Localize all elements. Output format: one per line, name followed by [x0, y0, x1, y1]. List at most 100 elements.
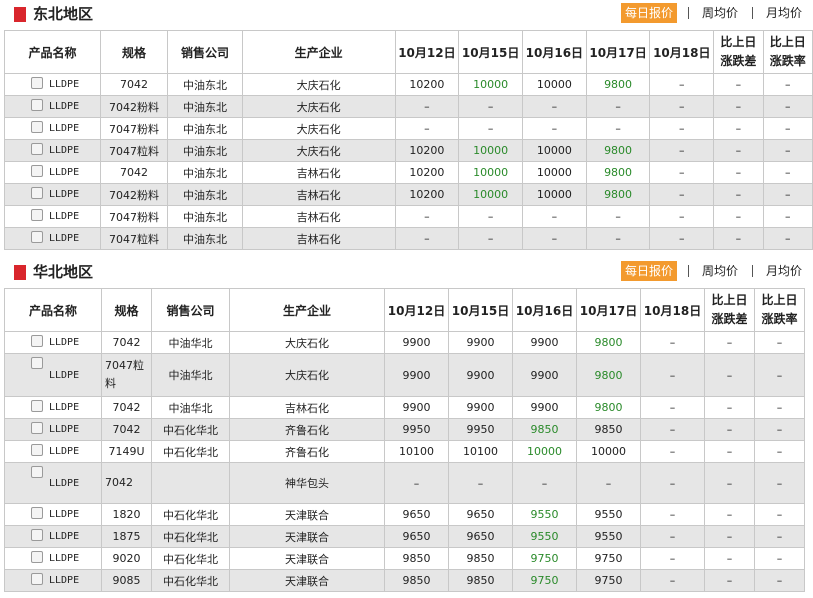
row-checkbox[interactable] — [31, 573, 43, 585]
spec-cell: 1820 — [101, 503, 152, 526]
price-1018: – — [640, 462, 705, 504]
price-1012: 9900 — [384, 353, 449, 397]
region-header: 东北地区 每日报价 周均价 月均价 — [0, 0, 813, 28]
price-1017: 9750 — [576, 547, 641, 570]
col-date-1015: 10月15日 — [458, 30, 523, 74]
row-checkbox[interactable] — [31, 551, 43, 563]
change-rate-cell: – — [754, 396, 805, 419]
seller-cell: 中油东北 — [167, 161, 243, 184]
producer-cell: 天津联合 — [229, 547, 385, 570]
price-1018: – — [640, 440, 705, 463]
price-1012: 10200 — [394, 139, 460, 162]
product-cell: LLDPE — [4, 227, 101, 250]
tab-daily-quote[interactable]: 每日报价 — [621, 3, 678, 23]
spec-cell: 7042 — [99, 73, 169, 96]
price-1012: – — [394, 227, 460, 250]
row-checkbox[interactable] — [31, 422, 43, 434]
price-1018: – — [649, 73, 715, 96]
price-1016: 10000 — [512, 440, 577, 463]
product-cell: LLDPE — [4, 95, 101, 118]
col-change-diff-line1: 比上日 — [720, 35, 757, 49]
price-1016: – — [521, 227, 587, 250]
spec-cell: 7042 — [101, 331, 152, 354]
col-change-diff: 比上日 涨跌差 — [713, 30, 764, 74]
tab-daily-quote[interactable]: 每日报价 — [621, 261, 678, 281]
row-checkbox[interactable] — [31, 529, 43, 541]
price-1016: 9900 — [512, 331, 577, 354]
row-checkbox[interactable] — [31, 335, 43, 347]
price-1016: 9550 — [512, 503, 577, 526]
change-diff-cell: – — [713, 117, 764, 140]
producer-cell: 大庆石化 — [241, 139, 396, 162]
change-diff-cell: – — [713, 227, 764, 250]
product-cell: LLDPE — [4, 205, 101, 228]
price-1016: 9750 — [512, 547, 577, 570]
row-checkbox[interactable] — [31, 209, 43, 221]
seller-cell: 中油东北 — [167, 95, 243, 118]
producer-cell: 吉林石化 — [241, 205, 396, 228]
seller-cell: 中石化华北 — [151, 503, 230, 526]
row-checkbox[interactable] — [31, 165, 43, 177]
table-row: LLDPE 1820 中石化华北 天津联合 9650 9650 9550 9550– – – — [4, 503, 805, 526]
row-checkbox[interactable] — [31, 99, 43, 111]
price-1018: – — [640, 353, 705, 397]
price-1017: 9800 — [585, 73, 651, 96]
producer-cell: 吉林石化 — [241, 183, 396, 206]
col-date-1018: 10月18日 — [649, 30, 715, 74]
product-cell: LLDPE — [4, 525, 102, 548]
tab-weekly-average[interactable]: 周均价 — [702, 261, 738, 281]
change-diff-cell: – — [704, 418, 755, 441]
seller-cell: 中石化华北 — [151, 418, 230, 441]
table-row: LLDPE 7047粒料 中油东北 吉林石化 – – – – – – – — [4, 227, 813, 250]
price-1015: 9900 — [448, 353, 513, 397]
seller-cell — [151, 462, 230, 504]
producer-cell: 吉林石化 — [241, 227, 396, 250]
col-change-rate: 比上日 涨跌率 — [754, 288, 805, 332]
price-1015: 10000 — [458, 161, 523, 184]
price-1016: 10000 — [521, 183, 587, 206]
price-1015: 9900 — [448, 396, 513, 419]
row-checkbox[interactable] — [31, 507, 43, 519]
product-cell: LLDPE — [4, 73, 101, 96]
row-checkbox[interactable] — [31, 231, 43, 243]
row-checkbox[interactable] — [31, 400, 43, 412]
price-1012: 10200 — [394, 73, 460, 96]
row-checkbox[interactable] — [31, 187, 43, 199]
price-1018: – — [649, 183, 715, 206]
change-diff-cell: – — [713, 139, 764, 162]
spec-cell: 7042 — [99, 161, 169, 184]
price-1018: – — [649, 117, 715, 140]
table-row: LLDPE 7047粉料 中油东北 大庆石化 – – – – – – – — [4, 117, 813, 140]
col-change-rate: 比上日 涨跌率 — [762, 30, 813, 74]
seller-cell: 中油东北 — [167, 227, 243, 250]
row-checkbox[interactable] — [31, 121, 43, 133]
change-diff-cell: – — [713, 183, 764, 206]
spec-cell: 7047粉料 — [99, 205, 169, 228]
spec-cell: 7042 — [101, 396, 152, 419]
row-checkbox[interactable] — [31, 444, 43, 456]
price-table-northeast: 产品名称 规格 销售公司 生产企业 10月12日 10月15日 10月16日 1… — [4, 30, 813, 250]
col-producer: 生产企业 — [229, 288, 385, 332]
price-1018: – — [640, 503, 705, 526]
row-checkbox[interactable] — [31, 357, 43, 369]
seller-cell: 中石化华北 — [151, 440, 230, 463]
seller-cell: 中油华北 — [151, 353, 230, 397]
price-1015: 10000 — [458, 139, 523, 162]
change-rate-cell: – — [754, 418, 805, 441]
tab-monthly-average[interactable]: 月均价 — [766, 3, 802, 23]
product-cell: LLDPE — [4, 418, 102, 441]
price-1015: 10100 — [448, 440, 513, 463]
tab-monthly-average[interactable]: 月均价 — [766, 261, 802, 281]
row-checkbox[interactable] — [31, 466, 43, 478]
row-checkbox[interactable] — [31, 77, 43, 89]
tab-weekly-average[interactable]: 周均价 — [702, 3, 738, 23]
price-1015: – — [458, 95, 523, 118]
price-1015: 9900 — [448, 331, 513, 354]
price-1015: 9950 — [448, 418, 513, 441]
price-1016: 10000 — [521, 139, 587, 162]
row-checkbox[interactable] — [31, 143, 43, 155]
spec-cell: 9085 — [101, 569, 152, 592]
col-product: 产品名称 — [4, 30, 101, 74]
price-1012: – — [384, 462, 449, 504]
price-1018: – — [640, 525, 705, 548]
